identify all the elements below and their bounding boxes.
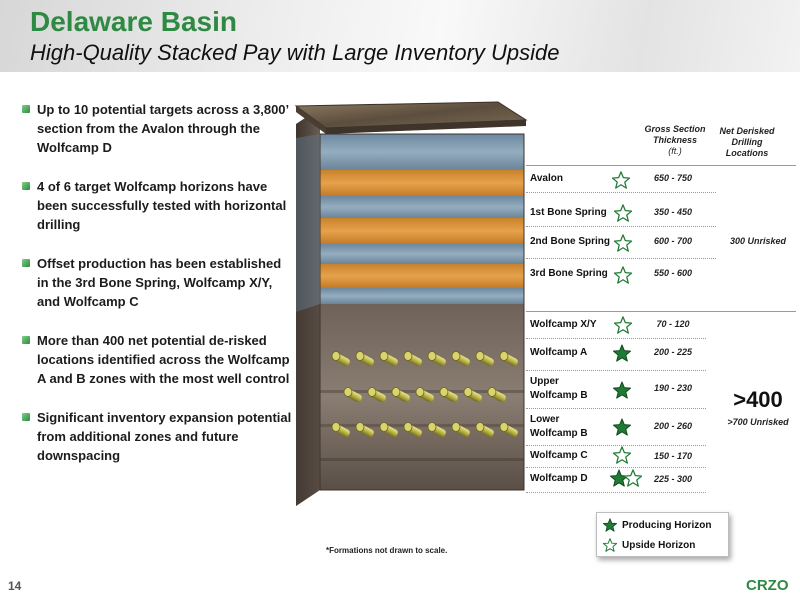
header-band: Delaware Basin High-Quality Stacked Pay … (0, 0, 800, 72)
upside-star-icon (613, 204, 633, 222)
row-divider (526, 165, 796, 166)
thickness-value: 200 - 225 (653, 347, 693, 357)
thickness-value: 70 - 120 (656, 319, 690, 329)
star-marker (611, 171, 631, 194)
upside-star-icon (612, 446, 632, 464)
thickness-value: 200 - 260 (653, 421, 693, 431)
formation-name: Lower Wolfcamp B (530, 414, 588, 439)
upside-star-icon (613, 234, 633, 252)
legend: Producing Horizon Upside Horizon (596, 512, 729, 557)
locations-column-header: Net Derisked Drilling Locations (716, 126, 778, 159)
formation-table: Avalon 650 - 750 1st Bone Spring 350 - 4… (526, 165, 796, 495)
locations-header-line: Locations (725, 148, 769, 158)
producing-star-icon (603, 518, 617, 532)
producing-star-icon (612, 381, 632, 399)
thickness-value: 550 - 600 (653, 268, 693, 278)
formation-name: Wolfcamp D (530, 473, 588, 484)
formation-name: Wolfcamp X/Y (530, 319, 597, 330)
row-divider (526, 192, 716, 193)
producing-star-icon (612, 344, 632, 362)
thickness-unit: (ft.) (668, 146, 682, 156)
strata-layers (319, 133, 525, 491)
row-divider (526, 258, 716, 259)
upside-star-icon (603, 538, 617, 552)
bullet-item: Up to 10 potential targets across a 3,80… (22, 100, 292, 157)
thickness-column-header: Gross Section Thickness (ft.) (636, 124, 714, 157)
star-marker (612, 381, 632, 404)
formation-name: 1st Bone Spring (530, 207, 607, 218)
row-divider (526, 370, 706, 371)
footnote: *Formations not drawn to scale. (326, 546, 448, 555)
row-divider (526, 467, 706, 468)
page-title: Delaware Basin (30, 6, 237, 37)
formation-name: Wolfcamp C (530, 450, 588, 461)
thickness-header-line: Thickness (652, 135, 698, 145)
bullet-item: Offset production has been established i… (22, 254, 292, 311)
upper-locations-value: 300 Unrisked (729, 236, 787, 246)
star-marker (612, 344, 632, 367)
formation-name: 2nd Bone Spring (530, 236, 610, 247)
lower-locations-small: >700 Unrisked (727, 417, 789, 427)
page-subtitle: High-Quality Stacked Pay with Large Inve… (30, 40, 560, 65)
thickness-value: 150 - 170 (653, 451, 693, 461)
bullet-item: 4 of 6 target Wolfcamp horizons have bee… (22, 177, 292, 234)
thickness-header-line: Gross Section (644, 124, 706, 134)
thickness-value: 225 - 300 (653, 474, 693, 484)
company-logo: CRZO (746, 577, 789, 594)
lower-locations-big: >400 (733, 387, 783, 412)
row-divider (526, 338, 706, 339)
row-divider (526, 226, 716, 227)
bullet-item: Significant inventory expansion potentia… (22, 408, 292, 465)
upside-star-icon (613, 266, 633, 284)
bullet-list: Up to 10 potential targets across a 3,80… (22, 100, 292, 485)
star-marker (613, 266, 633, 289)
star-marker (612, 446, 632, 469)
locations-header-line: Net Derisked (719, 126, 775, 136)
section-divider (526, 311, 796, 312)
star-marker (612, 418, 632, 441)
legend-upside: Upside Horizon (603, 538, 695, 552)
locations-header-line: Drilling (731, 137, 763, 147)
page-number: 14 (8, 579, 22, 593)
upside-star-icon (613, 316, 633, 334)
formation-name: Upper Wolfcamp B (530, 376, 588, 401)
formation-name: 3rd Bone Spring (530, 268, 608, 279)
thickness-value: 600 - 700 (653, 236, 693, 246)
row-divider (526, 408, 706, 409)
star-marker (613, 316, 633, 339)
legend-upside-label: Upside Horizon (622, 539, 696, 551)
bullet-item: More than 400 net potential de-risked lo… (22, 331, 292, 388)
producing-star-icon (612, 418, 632, 436)
thickness-value: 350 - 450 (653, 207, 693, 217)
star-marker (613, 204, 633, 227)
row-divider (526, 492, 706, 493)
star-marker (613, 234, 633, 257)
formation-name: Wolfcamp A (530, 347, 588, 358)
formation-name: Avalon (530, 173, 563, 184)
legend-producing: Producing Horizon (603, 518, 711, 532)
legend-producing-label: Producing Horizon (622, 519, 712, 531)
thickness-value: 650 - 750 (653, 173, 693, 183)
stratigraphic-block-illustration (294, 101, 528, 506)
thickness-value: 190 - 230 (653, 383, 693, 393)
upside-star-icon (611, 171, 631, 189)
